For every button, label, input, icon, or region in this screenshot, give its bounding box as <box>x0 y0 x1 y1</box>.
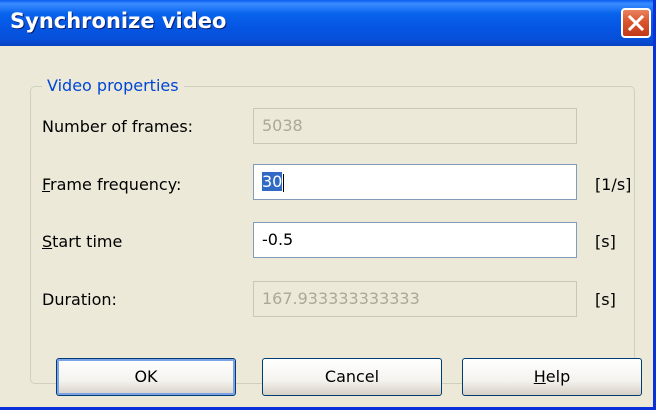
help-button-accesskey: H <box>533 367 546 386</box>
close-icon <box>628 15 644 31</box>
group-title: Video properties <box>42 76 184 95</box>
frames-field: 5038 <box>253 108 577 144</box>
frequency-label-accesskey: F <box>42 175 51 194</box>
help-button[interactable]: Help <box>462 358 642 396</box>
title-bar[interactable]: Synchronize video <box>0 0 653 46</box>
ok-button[interactable]: OK <box>56 358 236 396</box>
window-title: Synchronize video <box>10 9 227 33</box>
start-time-label: Start time <box>42 232 122 251</box>
start-time-input[interactable]: -0.5 <box>253 222 577 258</box>
cancel-button[interactable]: Cancel <box>262 358 442 396</box>
synchronize-video-dialog: Synchronize video Video properties Numbe… <box>0 0 656 410</box>
frequency-unit: [1/s] <box>595 175 632 194</box>
help-button-text: elp <box>545 367 571 386</box>
duration-unit: [s] <box>595 290 616 309</box>
duration-value: 167.933333333333 <box>262 289 420 308</box>
frequency-label: Frame frequency: <box>42 175 181 194</box>
frequency-input[interactable]: 30 <box>253 164 577 200</box>
frequency-label-text: rame frequency: <box>50 175 182 194</box>
start-time-label-text: tart time <box>52 232 123 251</box>
text-caret <box>283 173 285 192</box>
dialog-body: Video properties Number of frames: 5038 … <box>0 46 653 407</box>
start-time-value: -0.5 <box>262 230 294 249</box>
start-time-unit: [s] <box>595 232 616 251</box>
frequency-value: 30 <box>262 172 283 191</box>
close-button[interactable] <box>621 8 651 38</box>
frames-value: 5038 <box>262 116 303 135</box>
duration-field: 167.933333333333 <box>253 281 577 317</box>
start-time-label-accesskey: S <box>42 232 53 251</box>
frames-label: Number of frames: <box>42 117 194 136</box>
duration-label: Duration: <box>42 290 117 309</box>
